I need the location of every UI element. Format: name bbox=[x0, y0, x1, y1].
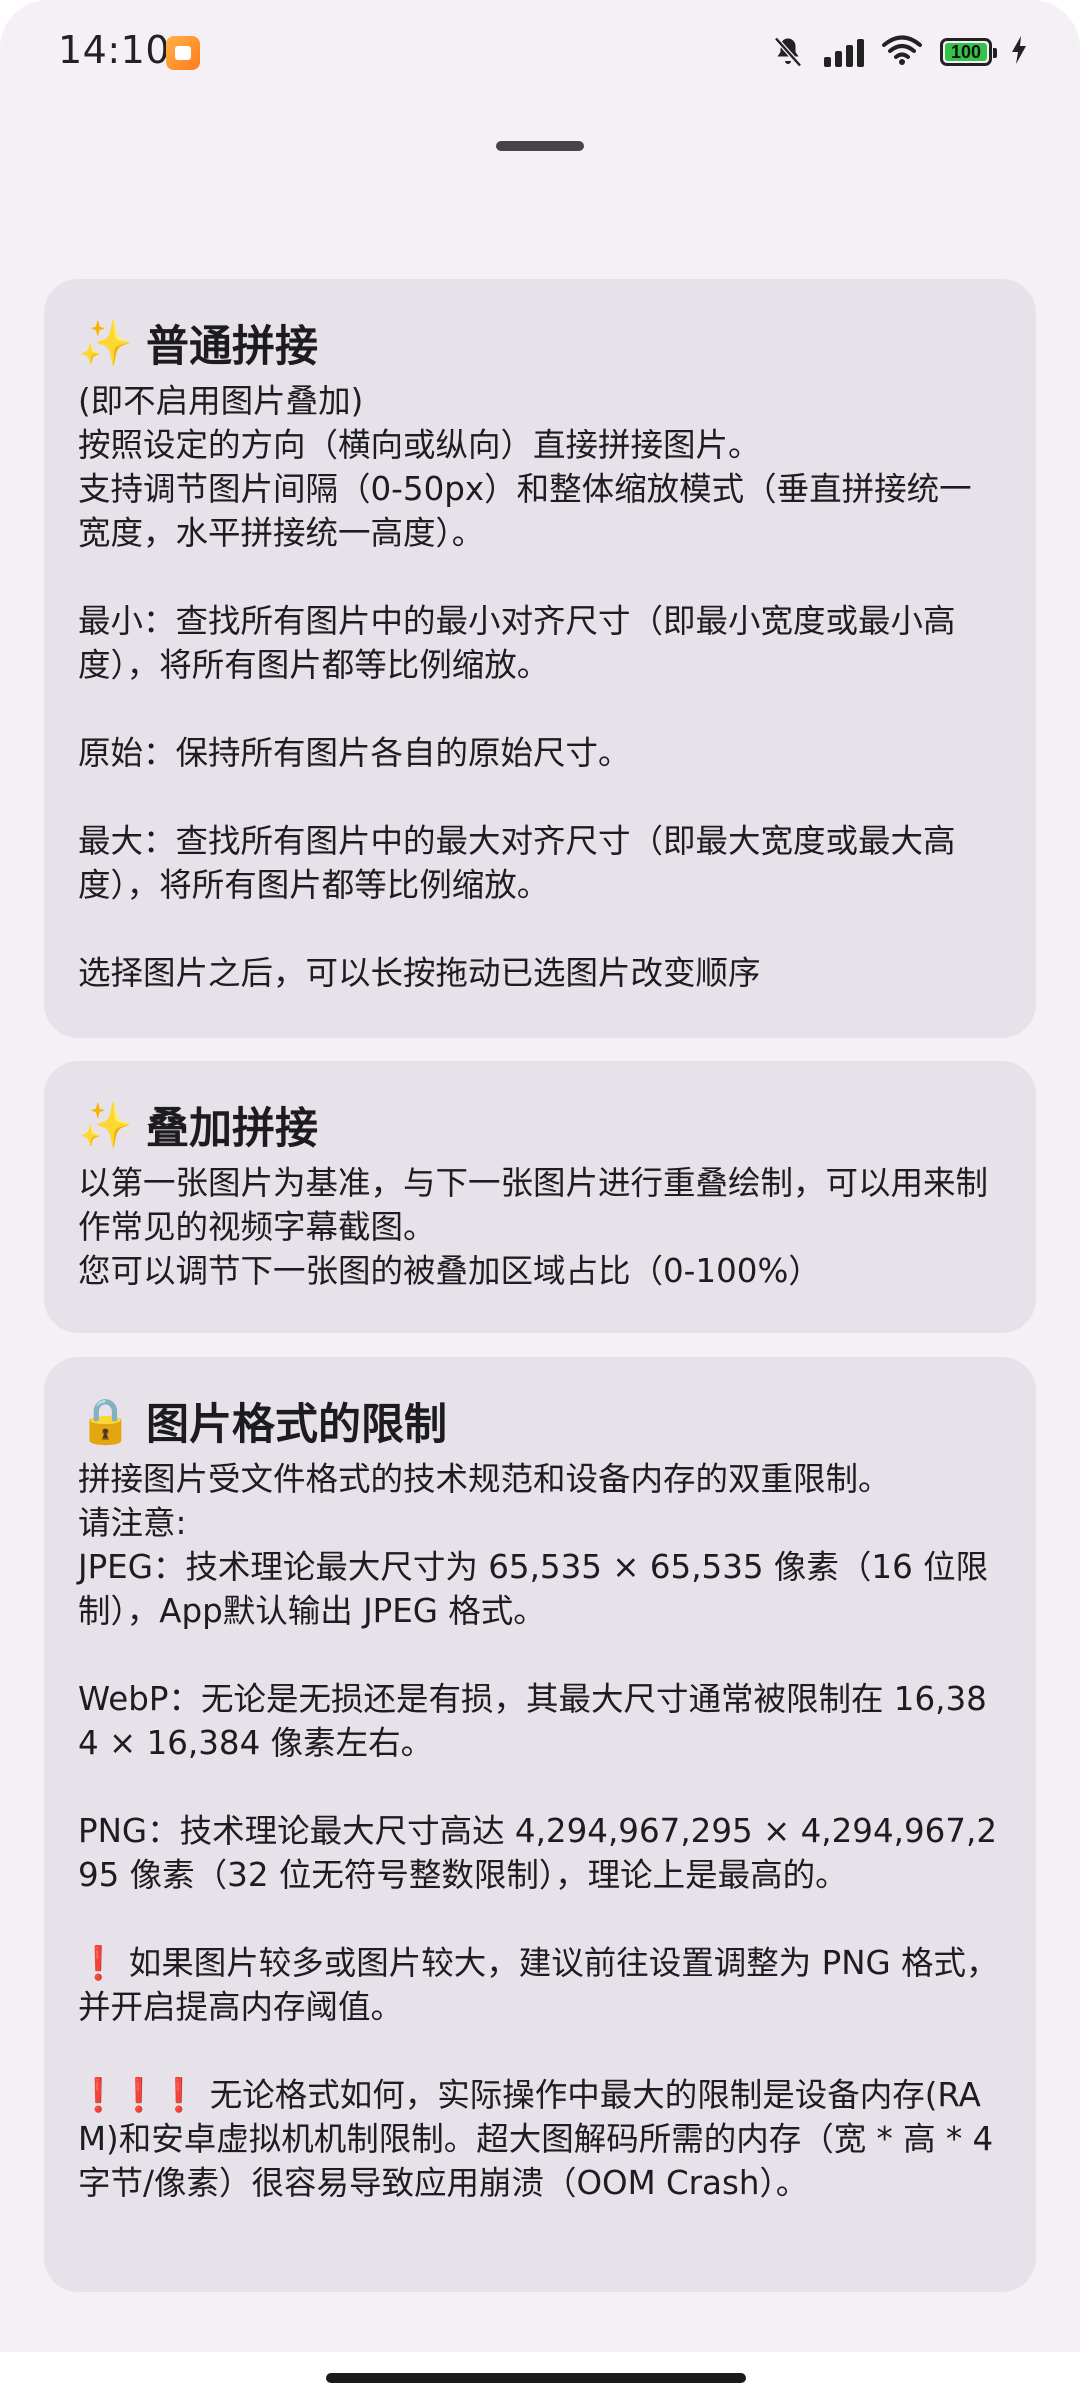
wifi-icon bbox=[882, 34, 922, 70]
body-line: 原始：保持所有图片各自的原始尺寸。 bbox=[78, 734, 631, 772]
charging-icon bbox=[1010, 35, 1028, 69]
gesture-navigation-bar[interactable] bbox=[326, 2373, 746, 2383]
body-line: ❗❗❗ 无论格式如何，实际操作中最大的限制是设备内存(RAM)和安卓虚拟机机制限… bbox=[78, 2076, 1004, 2202]
sparkles-icon: ✨ bbox=[78, 318, 133, 369]
body-line: 请注意: bbox=[78, 1504, 187, 1542]
card-title: 🔒 图片格式的限制 bbox=[78, 1391, 1002, 1451]
sheet-drag-handle[interactable] bbox=[496, 141, 584, 151]
body-line: ❗ 如果图片较多或图片较大，建议前往设置调整为 PNG 格式，并开启提高内存阈值… bbox=[78, 1944, 999, 2026]
card-body: (即不启用图片叠加) 按照设定的方向（横向或纵向）直接拼接图片。支持调节图片间隔（… bbox=[78, 379, 1002, 995]
warning-icon: ❗ bbox=[78, 1944, 119, 1982]
card-title: ✨ 叠加拼接 bbox=[78, 1095, 1002, 1155]
card-title-text: 普通拼接 bbox=[146, 322, 318, 372]
body-line: 最大：查找所有图片中的最大对齐尺寸（即最大宽度或最大高度），将所有图片都等比例缩… bbox=[78, 822, 956, 904]
card-title: ✨ 普通拼接 bbox=[78, 313, 1002, 373]
body-line: PNG：技术理论最大尺寸高达 4,294,967,295 × 4,294,967… bbox=[78, 1812, 997, 1894]
body-line: 您可以调节下一张图的被叠加区域占比（0-100%） bbox=[78, 1252, 821, 1290]
body-line: 按照设定的方向（横向或纵向）直接拼接图片。 bbox=[78, 426, 761, 464]
status-icons: 100 bbox=[770, 32, 1028, 72]
card-body: 拼接图片受文件格式的技术规范和设备内存的双重限制。 请注意: JPEG：技术理论最大… bbox=[78, 1457, 1002, 2205]
bell-off-icon bbox=[770, 34, 806, 70]
body-line: 以第一张图片为基准，与下一张图片进行重叠绘制，可以用来制作常见的视频字幕截图。 bbox=[78, 1164, 989, 1246]
body-line: 最小：查找所有图片中的最小对齐尺寸（即最小宽度或最小高度），将所有图片都等比例缩… bbox=[78, 602, 956, 684]
sparkles-icon: ✨ bbox=[78, 1100, 133, 1151]
status-time: 14:10 bbox=[58, 28, 171, 72]
status-bar: 14:10 100 bbox=[0, 0, 1080, 104]
card-normal-stitch: ✨ 普通拼接 (即不启用图片叠加) 按照设定的方向（横向或纵向）直接拼接图片。支持… bbox=[44, 279, 1036, 1038]
card-format-limits: 🔒 图片格式的限制 拼接图片受文件格式的技术规范和设备内存的双重限制。 请注意: J… bbox=[44, 1357, 1036, 2292]
body-line: 选择图片之后，可以长按拖动已选图片改变顺序 bbox=[78, 954, 761, 992]
body-line: 支持调节图片间隔（0-50px）和整体缩放模式（垂直拼接统一宽度，水平拼接统一高… bbox=[78, 470, 972, 552]
card-overlay-stitch: ✨ 叠加拼接 以第一张图片为基准，与下一张图片进行重叠绘制，可以用来制作常见的视… bbox=[44, 1061, 1036, 1333]
body-line: JPEG：技术理论最大尺寸为 65,535 × 65,535 像素（16 位限制… bbox=[78, 1548, 989, 1630]
lock-icon: 🔒 bbox=[78, 1396, 133, 1447]
warning-icon: ❗❗❗ bbox=[78, 2076, 200, 2114]
battery-level-text: 100 bbox=[950, 41, 982, 62]
app-icon bbox=[166, 36, 200, 70]
card-title-text: 图片格式的限制 bbox=[146, 1400, 447, 1450]
card-body: 以第一张图片为基准，与下一张图片进行重叠绘制，可以用来制作常见的视频字幕截图。您… bbox=[78, 1161, 1002, 1293]
bottom-sheet: 14:10 100 ✨ 普通拼接 (即不启用图片叠加) 按照设定的方向（横向或纵… bbox=[0, 0, 1080, 2352]
card-title-text: 叠加拼接 bbox=[146, 1104, 318, 1154]
signal-icon bbox=[824, 37, 864, 67]
battery-icon: 100 bbox=[940, 38, 997, 66]
body-line: WebP：无论是无损还是有损，其最大尺寸通常被限制在 16,384 × 16,3… bbox=[78, 1680, 987, 1762]
body-line: (即不启用图片叠加) bbox=[78, 382, 364, 420]
body-line: 拼接图片受文件格式的技术规范和设备内存的双重限制。 bbox=[78, 1460, 891, 1498]
